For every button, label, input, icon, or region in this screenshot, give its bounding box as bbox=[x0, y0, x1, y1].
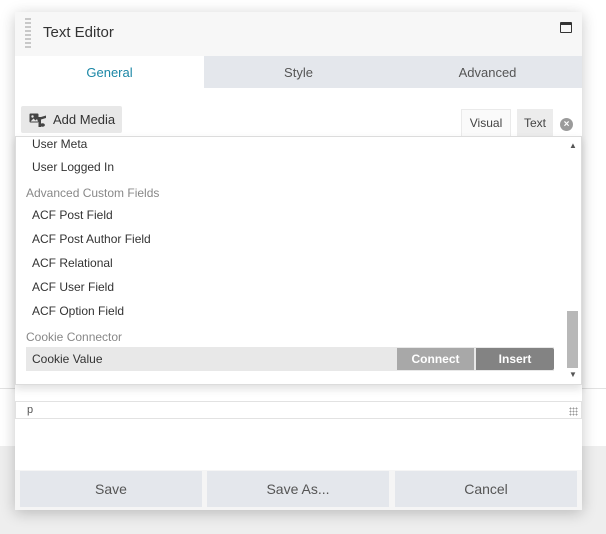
tab-text[interactable]: Text bbox=[517, 109, 553, 136]
dialog-header[interactable]: Text Editor bbox=[15, 12, 582, 56]
save-button[interactable]: Save bbox=[20, 471, 202, 507]
editor-status-bar: p bbox=[15, 401, 582, 419]
drag-handle-icon[interactable] bbox=[25, 18, 31, 48]
add-media-button[interactable]: Add Media bbox=[21, 106, 122, 133]
option-acf-user-field[interactable]: ACF User Field bbox=[32, 280, 114, 294]
option-acf-option-field[interactable]: ACF Option Field bbox=[32, 304, 124, 318]
option-cookie-value-label: Cookie Value bbox=[32, 352, 103, 366]
option-acf-post-field[interactable]: ACF Post Field bbox=[32, 208, 113, 222]
settings-tabs: General Style Advanced bbox=[15, 56, 582, 88]
tab-style[interactable]: Style bbox=[204, 56, 393, 88]
insert-button[interactable]: Insert bbox=[476, 348, 554, 370]
editor-panel: Add Media Visual Text × User Meta User L… bbox=[15, 88, 582, 472]
tab-advanced[interactable]: Advanced bbox=[393, 56, 582, 88]
scroll-down-icon[interactable]: ▼ bbox=[569, 370, 577, 379]
option-user-logged-in[interactable]: User Logged In bbox=[32, 160, 114, 174]
media-icon bbox=[29, 113, 46, 127]
resize-grip-icon[interactable] bbox=[569, 407, 578, 416]
dialog-footer: Save Save As... Cancel bbox=[15, 470, 582, 510]
cancel-button[interactable]: Cancel bbox=[395, 471, 577, 507]
tab-visual[interactable]: Visual bbox=[461, 109, 511, 136]
scroll-thumb[interactable] bbox=[567, 311, 578, 368]
field-connections-dropdown: User Meta User Logged In Advanced Custom… bbox=[15, 136, 582, 385]
tab-general[interactable]: General bbox=[15, 56, 204, 88]
option-cookie-value[interactable]: Cookie Value Connect Insert bbox=[26, 347, 554, 371]
dialog-title: Text Editor bbox=[43, 24, 114, 41]
option-user-meta[interactable]: User Meta bbox=[32, 137, 87, 151]
option-acf-post-author-field[interactable]: ACF Post Author Field bbox=[32, 232, 151, 246]
group-heading-cookie: Cookie Connector bbox=[26, 330, 123, 344]
group-heading-acf: Advanced Custom Fields bbox=[26, 186, 160, 200]
save-as-button[interactable]: Save As... bbox=[207, 471, 389, 507]
dropdown-scrollbar[interactable]: ▲ ▼ bbox=[565, 137, 581, 384]
connect-button[interactable]: Connect bbox=[397, 348, 474, 370]
add-media-label: Add Media bbox=[53, 112, 116, 127]
option-acf-relational[interactable]: ACF Relational bbox=[32, 256, 113, 270]
close-icon[interactable]: × bbox=[560, 118, 573, 131]
element-path[interactable]: p bbox=[27, 404, 33, 416]
text-editor-dialog: Text Editor General Style Advanced Add M… bbox=[15, 12, 582, 510]
scroll-up-icon[interactable]: ▲ bbox=[569, 141, 577, 150]
maximize-icon[interactable] bbox=[560, 22, 572, 33]
